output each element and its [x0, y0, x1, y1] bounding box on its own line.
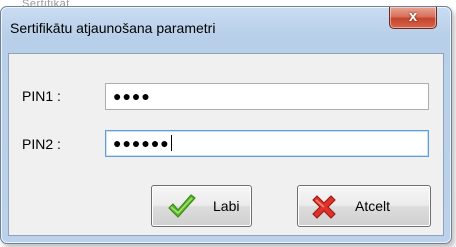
pin1-label: PIN1 :: [22, 88, 61, 104]
close-button[interactable]: x: [389, 7, 437, 29]
ok-button[interactable]: Labi: [151, 185, 252, 227]
pin2-label: PIN2 :: [22, 136, 61, 152]
dialog-title: Sertifikātu atjaunošana parametri: [10, 20, 216, 36]
checkmark-icon: [168, 194, 196, 218]
cancel-button-label: Atcelt: [355, 198, 391, 214]
text-caret: [170, 135, 172, 151]
pin1-field[interactable]: ●●●●: [105, 83, 429, 110]
close-icon: x: [408, 8, 418, 25]
title-bar[interactable]: Sertifikātu atjaunošana parametri x: [1, 7, 451, 47]
cancel-button[interactable]: Atcelt: [297, 185, 431, 227]
ok-button-label: Labi: [213, 198, 240, 214]
dialog-body: PIN1 : ●●●● PIN2 : ●●●●●● Labi Atcelt: [8, 53, 444, 236]
pin2-masked-value: ●●●●●●: [113, 135, 170, 151]
pin2-field[interactable]: ●●●●●●: [105, 130, 429, 157]
pin1-masked-value: ●●●●: [113, 88, 151, 104]
cross-icon: [312, 195, 336, 219]
dialog-window: Sertifikātu atjaunošana parametri x PIN1…: [0, 6, 452, 244]
